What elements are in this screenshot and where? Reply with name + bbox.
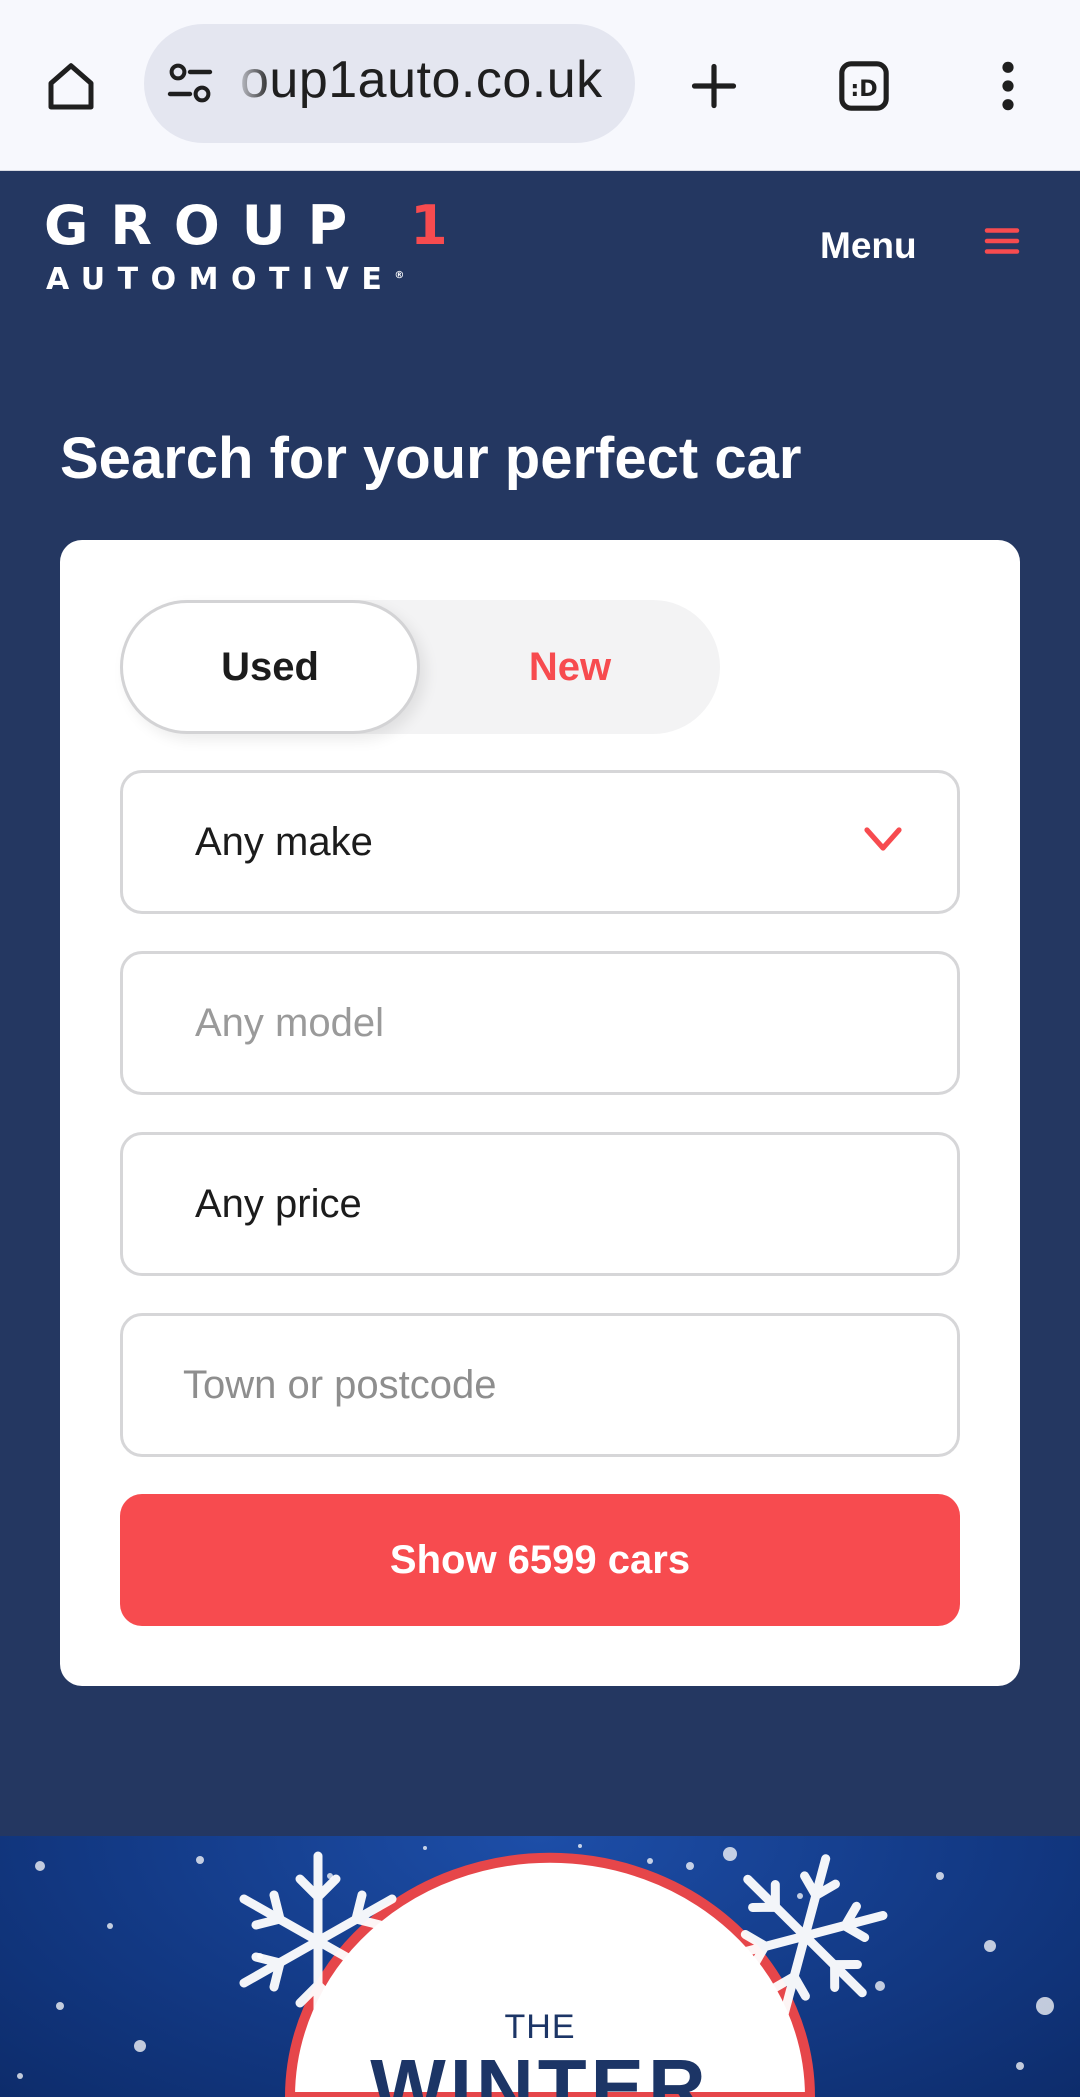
logo-registered-mark: ® [394, 270, 405, 281]
new-tab-button[interactable] [676, 48, 752, 124]
chevron-down-icon [864, 827, 902, 851]
svg-text::D: :D [850, 76, 877, 102]
logo-line2: AUTOMOTIVE® [46, 262, 405, 297]
model-select[interactable]: Any model [120, 951, 960, 1095]
winter-promo-banner[interactable]: THE WINTER [0, 1836, 1080, 2097]
logo-line1: GROUP 1 [44, 194, 448, 257]
search-title: Search for your perfect car [60, 426, 802, 491]
price-select-value: Any price [195, 1181, 362, 1226]
show-cars-button[interactable]: Show 6599 cars [120, 1494, 960, 1626]
site-settings-icon[interactable] [166, 62, 214, 106]
browser-toolbar: oup1auto.co.uk :D [0, 0, 1080, 171]
home-icon [48, 63, 94, 110]
search-card: Used New Any make Any model Any price Sh… [60, 540, 1020, 1686]
menu-button[interactable]: Menu [820, 221, 1020, 271]
banner-line2: WINTER [370, 2043, 710, 2097]
location-input[interactable] [123, 1316, 957, 1454]
hamburger-icon [984, 228, 1020, 254]
tab-switcher-button[interactable]: :D [826, 48, 902, 124]
group1-logo[interactable]: GROUP 1 AUTOMOTIVE® [44, 199, 448, 299]
make-select-value: Any make [195, 819, 373, 864]
address-bar[interactable]: oup1auto.co.uk [144, 24, 635, 143]
price-select[interactable]: Any price [120, 1132, 960, 1276]
condition-toggle: Used New [120, 600, 720, 734]
model-select-placeholder: Any model [195, 1000, 384, 1045]
url-fade [232, 24, 272, 143]
logo-number: 1 [410, 194, 448, 257]
url-text: oup1auto.co.uk [240, 51, 603, 109]
menu-label: Menu [820, 225, 917, 266]
banner-line1: THE [504, 2008, 576, 2046]
tab-switcher-icon: :D [839, 61, 889, 111]
location-field [120, 1313, 960, 1457]
more-vert-icon [1002, 61, 1014, 111]
new-tab-icon [691, 63, 737, 109]
toggle-new[interactable]: New [420, 600, 720, 734]
site-header: GROUP 1 AUTOMOTIVE® Menu [0, 171, 1080, 341]
home-button[interactable] [34, 50, 108, 124]
toggle-used[interactable]: Used [120, 600, 420, 734]
make-select[interactable]: Any make [120, 770, 960, 914]
more-options-button[interactable] [972, 48, 1044, 124]
